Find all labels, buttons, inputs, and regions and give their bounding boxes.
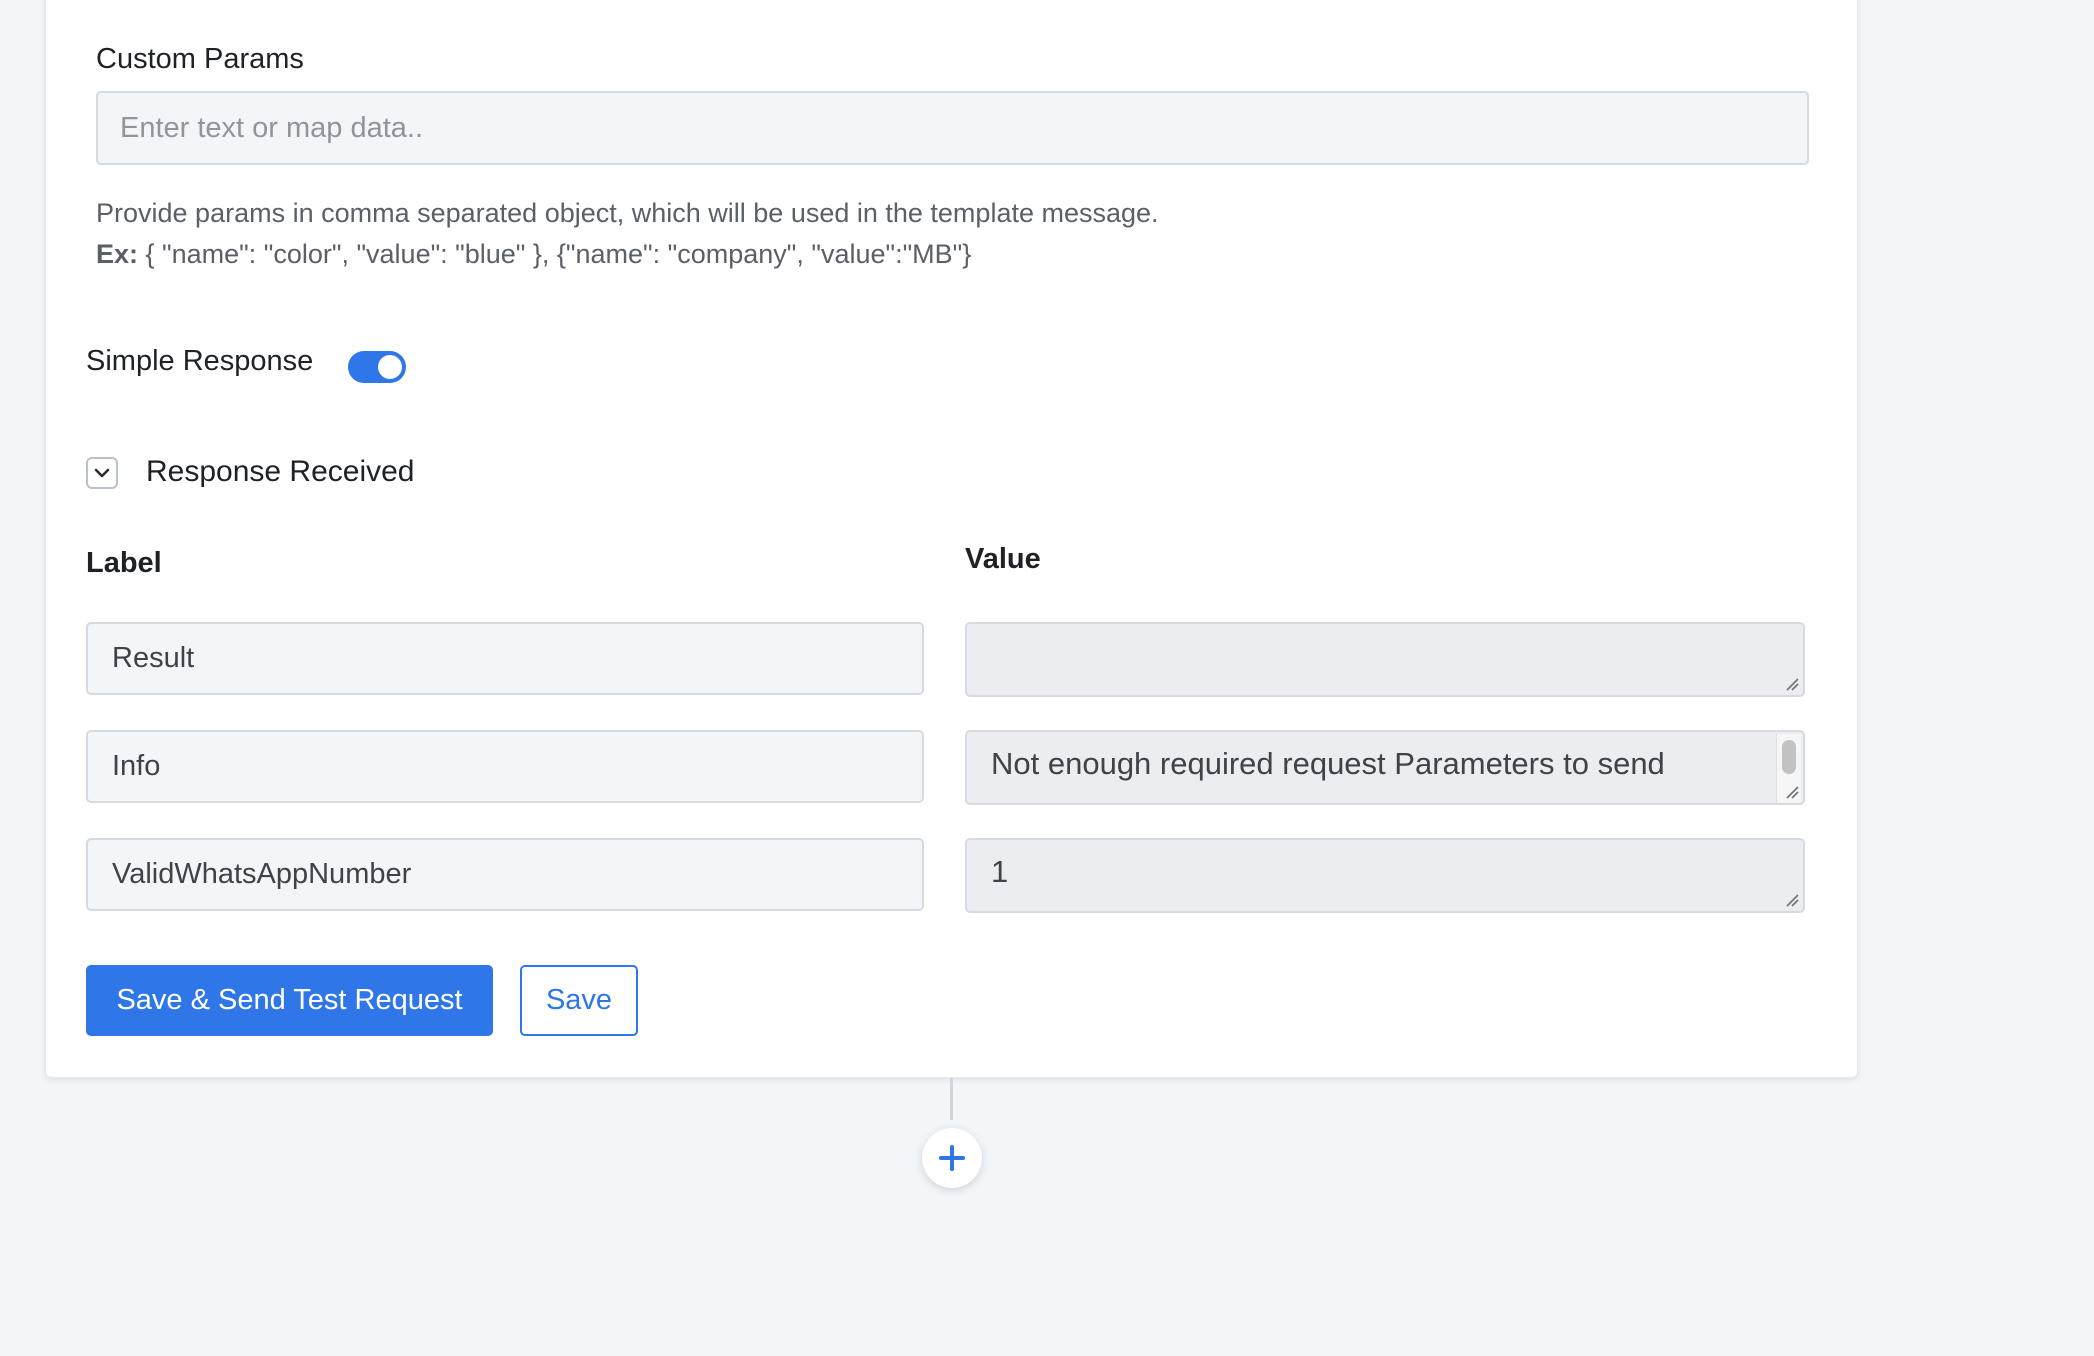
custom-params-help-text: Provide params in comma separated object… (96, 198, 1159, 228)
label-column-header: Label (86, 547, 162, 579)
custom-params-input[interactable] (96, 91, 1809, 165)
scrollbar-thumb[interactable] (1782, 740, 1796, 774)
response-label-input[interactable]: Result (86, 622, 924, 695)
response-value-field[interactable]: 1 (965, 838, 1805, 913)
response-value-field[interactable] (965, 622, 1805, 697)
step-config-card: Custom Params Provide params in comma se… (45, 0, 1858, 1078)
value-column-header: Value (965, 543, 1041, 575)
simple-response-label: Simple Response (86, 345, 314, 377)
toggle-knob (378, 355, 402, 379)
resize-grip-icon[interactable] (1785, 893, 1799, 907)
response-value-text: 1 (991, 854, 1009, 889)
example-text: { "name": "color", "value": "blue" }, {"… (138, 239, 972, 269)
resize-grip-icon[interactable] (1785, 677, 1799, 691)
custom-params-help: Provide params in comma separated object… (96, 193, 1159, 275)
resize-grip-icon[interactable] (1785, 785, 1799, 799)
response-label-input[interactable]: ValidWhatsAppNumber (86, 838, 924, 911)
custom-params-example: Ex: { "name": "color", "value": "blue" }… (96, 234, 1159, 275)
simple-response-toggle[interactable] (348, 351, 406, 383)
save-button[interactable]: Save (520, 965, 638, 1036)
chevron-down-icon (94, 468, 110, 478)
save-and-send-test-request-button[interactable]: Save & Send Test Request (86, 965, 493, 1036)
plus-icon (939, 1145, 965, 1171)
example-prefix: Ex: (96, 239, 139, 269)
response-label-input[interactable]: Info (86, 730, 924, 803)
custom-params-title: Custom Params (96, 43, 304, 75)
response-received-title: Response Received (146, 455, 415, 488)
step-connector-line (950, 1078, 953, 1120)
response-value-field[interactable]: Not enough required request Parameters t… (965, 730, 1805, 805)
add-step-button[interactable] (922, 1128, 982, 1188)
response-value-text: Not enough required request Parameters t… (991, 746, 1665, 781)
response-received-collapse-button[interactable] (86, 457, 118, 489)
